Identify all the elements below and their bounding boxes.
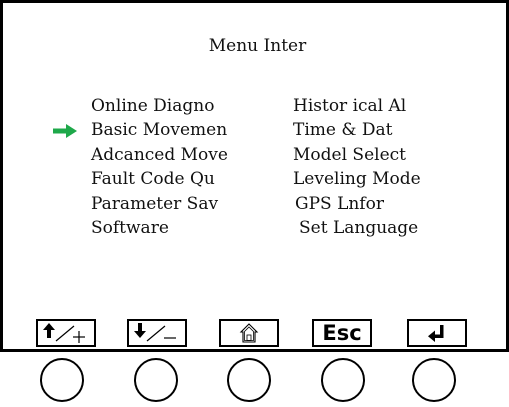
enter-softkey[interactable] [407,319,467,347]
esc-label: Esc [322,321,362,345]
softkey-bar: Esc [3,319,509,351]
display-screen: Menu Inter Online Diagno Basic Movemen A… [0,0,509,352]
menu-item-fault-code-query[interactable]: Fault Code Qu [91,167,228,191]
menu-item-gps-info[interactable]: GPS Lnfor [293,192,421,216]
down-minus-softkey[interactable] [127,319,187,347]
home-softkey[interactable] [219,319,279,347]
menu-item-basic-movement[interactable]: Basic Movemen [91,118,228,142]
menu-left-column: Online Diagno Basic Movemen Adcanced Mov… [91,94,228,240]
menu-right-column: Histor ical Al Time & Dat Model Select L… [293,94,421,240]
hardware-button-4[interactable] [321,358,365,402]
down-minus-icon [134,323,176,342]
up-plus-icon [43,323,85,343]
menu-item-advanced-movement[interactable]: Adcanced Move [91,143,228,167]
enter-icon [428,325,444,342]
hardware-button-2[interactable] [134,358,178,402]
menu-item-online-diagnosis[interactable]: Online Diagno [91,94,228,118]
menu-item-leveling-mode[interactable]: Leveling Mode [293,167,421,191]
menu-item-set-language[interactable]: Set Language [293,216,421,240]
menu-item-model-select[interactable]: Model Select [293,143,421,167]
selection-arrow-icon [53,124,77,138]
menu-item-parameter-save[interactable]: Parameter Sav [91,192,228,216]
hardware-button-3[interactable] [227,358,271,402]
menu-item-historical-alarm[interactable]: Histor ical Al [293,94,421,118]
menu-item-software[interactable]: Software [91,216,228,240]
hardware-button-5[interactable] [412,358,456,402]
up-plus-softkey[interactable] [36,319,96,347]
page-title: Menu Inter [208,36,307,56]
esc-softkey[interactable]: Esc [312,319,372,347]
home-icon [239,323,259,343]
menu-item-time-date[interactable]: Time & Dat [293,118,421,142]
hardware-button-1[interactable] [40,358,84,402]
